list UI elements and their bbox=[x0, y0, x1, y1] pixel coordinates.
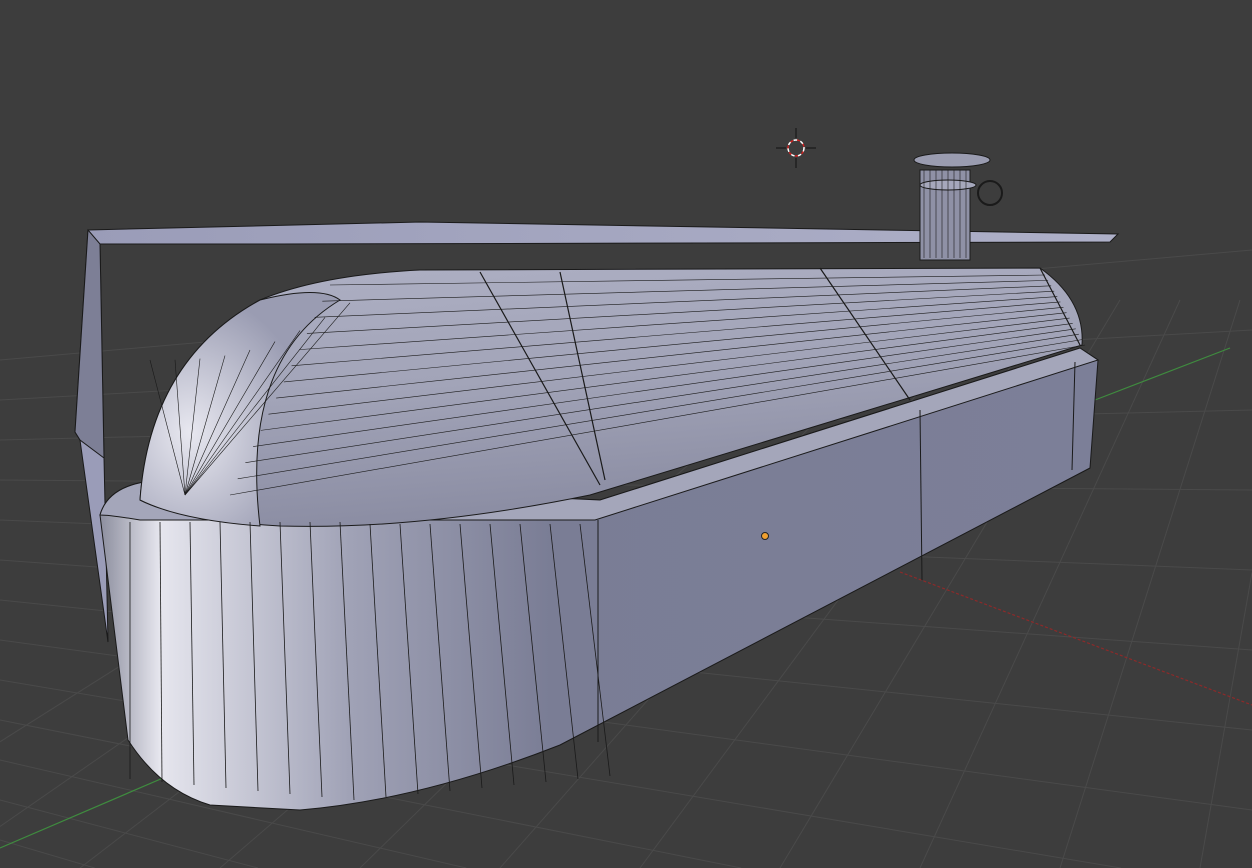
y-axis-line bbox=[0, 774, 171, 849]
grid-line bbox=[0, 839, 95, 868]
back-panel-side bbox=[74, 228, 105, 460]
object-origin-icon[interactable] bbox=[761, 532, 769, 540]
grid-line bbox=[1199, 572, 1252, 868]
y-axis-line-far bbox=[1094, 347, 1231, 401]
grid-line bbox=[0, 799, 259, 868]
3d-cursor-icon[interactable] bbox=[776, 128, 816, 168]
x-axis-line bbox=[899, 571, 1252, 706]
mesh-object[interactable] bbox=[74, 152, 1120, 811]
3d-viewport[interactable] bbox=[0, 0, 1252, 868]
chimney bbox=[913, 152, 1003, 261]
viewport-canvas[interactable] bbox=[0, 0, 1252, 868]
